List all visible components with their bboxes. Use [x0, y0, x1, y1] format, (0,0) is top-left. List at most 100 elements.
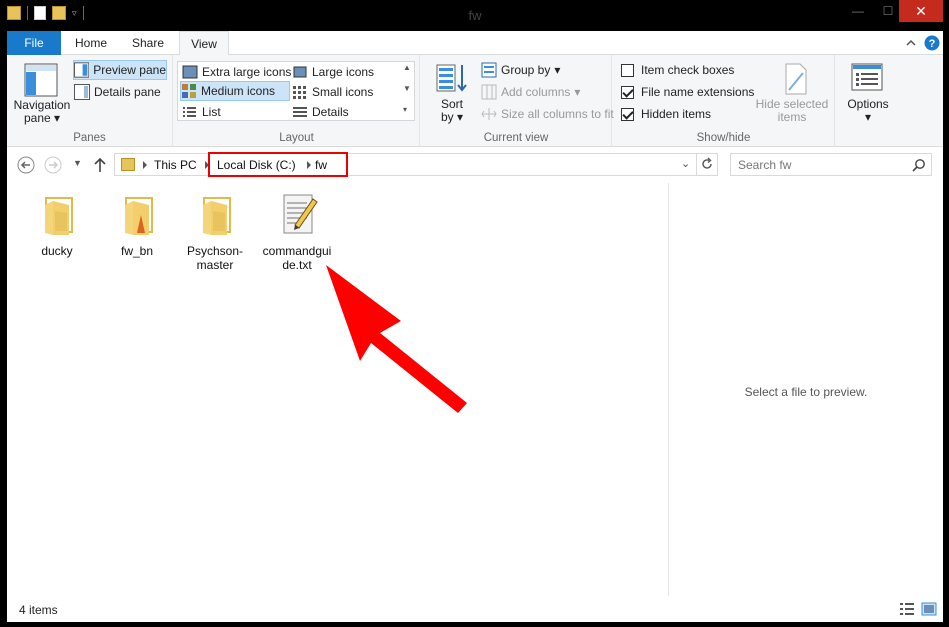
svg-text:?: ?: [929, 38, 936, 50]
preview-pane-icon: [74, 62, 90, 78]
ribbon: Navigation pane ▾ Preview pane Details p…: [7, 55, 943, 147]
current-view-group: Sort by ▾ Group by ▾ Add columns ▾ Size …: [421, 55, 614, 147]
navigation-pane-label: Navigation pane: [13, 98, 71, 125]
layout-scroll-down-icon[interactable]: ▼: [403, 84, 411, 93]
recent-locations-icon[interactable]: ▼: [73, 158, 82, 168]
preview-pane-label: Preview pane: [93, 63, 166, 77]
close-button[interactable]: ✕: [899, 0, 943, 22]
preview-message: Select a file to preview.: [744, 385, 868, 399]
list-label: List: [202, 105, 221, 119]
large-icons-option[interactable]: Large icons: [292, 62, 374, 82]
file-item-psychson-master[interactable]: Psychson-master: [179, 191, 251, 272]
tab-share[interactable]: Share: [123, 31, 173, 55]
collapse-ribbon-icon[interactable]: [903, 35, 919, 51]
tab-home[interactable]: Home: [67, 31, 115, 55]
item-count: 4 items: [19, 603, 58, 617]
options-group: Options ▾: [836, 55, 900, 147]
layout-scroll-up-icon[interactable]: ▲: [403, 63, 411, 72]
back-arrow-icon[interactable]: [17, 156, 35, 174]
help-icon[interactable]: ?: [924, 35, 940, 51]
current-view-group-label: Current view: [483, 132, 549, 144]
small-icons-option[interactable]: Small icons: [292, 82, 373, 102]
forward-arrow-icon[interactable]: [44, 156, 62, 174]
details-label: Details: [312, 105, 349, 119]
address-bar[interactable]: This PC Local Disk (C:) fw ⌄: [114, 153, 718, 176]
item-check-boxes-checkbox[interactable]: [621, 63, 634, 77]
size-all-columns-label: Size all columns to fit: [501, 107, 614, 121]
search-icon[interactable]: [912, 158, 926, 172]
tab-file[interactable]: File: [7, 31, 61, 55]
sort-by-button[interactable]: Sort by ▾: [435, 98, 469, 124]
file-name: Psychson-master: [186, 244, 244, 272]
extra-large-icons-label: Extra large icons: [202, 65, 292, 79]
sort-by-label: Sort by: [440, 97, 463, 124]
large-icons-view-icon[interactable]: [921, 601, 937, 617]
large-icons-label: Large icons: [312, 65, 375, 79]
group-by-label: Group by: [501, 63, 551, 77]
group-by-button[interactable]: Group by ▾: [481, 60, 560, 80]
details-pane-icon: [74, 84, 90, 100]
list-option[interactable]: List: [182, 102, 221, 122]
address-dropdown-icon[interactable]: ⌄: [681, 157, 690, 170]
status-bar: 4 items: [7, 596, 943, 622]
large-icons-icon: [293, 66, 307, 78]
add-columns-button[interactable]: Add columns ▾: [481, 82, 580, 102]
notepad-file-icon: [283, 194, 318, 234]
show-hide-group: Item check boxes File name extensions Hi…: [613, 55, 835, 147]
title-bar: ▿ fw — ☐ ✕: [7, 0, 943, 31]
preview-pane-button[interactable]: Preview pane: [73, 60, 167, 80]
file-name: ducky: [41, 244, 73, 258]
details-pane-button[interactable]: Details pane: [74, 82, 161, 102]
details-option[interactable]: Details: [292, 102, 349, 122]
hidden-items-checkbox[interactable]: [621, 107, 634, 121]
refresh-icon[interactable]: [700, 157, 714, 171]
tab-view[interactable]: View: [179, 31, 229, 56]
folder-icon: [125, 197, 153, 235]
preview-pane: Select a file to preview.: [668, 183, 943, 596]
file-item-ducky[interactable]: ducky: [21, 191, 93, 258]
options-icon[interactable]: [851, 63, 883, 93]
medium-icons-option[interactable]: Medium icons: [180, 81, 290, 101]
ribbon-tabs: File Home Share View ?: [7, 31, 943, 56]
navigation-pane-icon[interactable]: [24, 63, 58, 97]
group-by-icon: [481, 62, 497, 78]
hide-selected-items-button[interactable]: Hide selected items: [753, 98, 831, 124]
folder-icon: [45, 197, 73, 235]
address-highlight-box: [208, 152, 348, 177]
breadcrumb-separator-icon[interactable]: [143, 161, 147, 169]
show-hide-group-label: Show/hide: [696, 132, 751, 144]
layout-group-label: Layout: [279, 132, 314, 144]
item-check-boxes-toggle[interactable]: Item check boxes: [621, 60, 734, 80]
minimize-button[interactable]: —: [843, 0, 873, 22]
small-icons-label: Small icons: [312, 85, 374, 99]
small-icons-icon: [293, 86, 306, 99]
options-button[interactable]: Options ▾: [836, 98, 900, 124]
search-placeholder: Search fw: [738, 158, 792, 172]
details-icon: [293, 107, 307, 117]
navigation-pane-button[interactable]: Navigation pane ▾: [11, 99, 73, 125]
search-input[interactable]: Search fw: [730, 153, 932, 176]
extra-large-icons-icon: [182, 65, 198, 79]
panes-group-label: Panes: [73, 132, 106, 144]
red-arrow-annotation: [326, 265, 467, 413]
size-columns-icon: [481, 108, 497, 120]
layout-expand-icon[interactable]: ▾: [403, 105, 407, 114]
extra-large-icons-option[interactable]: Extra large icons: [182, 62, 291, 82]
panes-group: Navigation pane ▾ Preview pane Details p…: [7, 55, 173, 147]
file-item-fw-bn[interactable]: fw_bn: [101, 191, 173, 258]
explorer-window: ▿ fw — ☐ ✕ File Home Share View ? Naviga…: [7, 0, 943, 622]
medium-icons-label: Medium icons: [201, 84, 276, 98]
details-view-icon[interactable]: [899, 602, 915, 616]
size-all-columns-button[interactable]: Size all columns to fit: [481, 104, 614, 124]
medium-icons-icon: [182, 84, 196, 98]
hidden-items-toggle[interactable]: Hidden items: [621, 104, 711, 124]
hide-selected-items-icon[interactable]: [781, 63, 811, 95]
layout-group: Extra large icons Large icons Medium ico…: [174, 55, 420, 147]
file-name-extensions-checkbox[interactable]: [621, 85, 634, 99]
sort-by-icon[interactable]: [435, 61, 469, 95]
list-icon: [183, 107, 196, 117]
file-name-extensions-toggle[interactable]: File name extensions: [621, 82, 754, 102]
breadcrumb-this-pc[interactable]: This PC: [154, 158, 197, 172]
options-label: Options: [847, 97, 889, 111]
up-arrow-icon[interactable]: [93, 157, 107, 173]
